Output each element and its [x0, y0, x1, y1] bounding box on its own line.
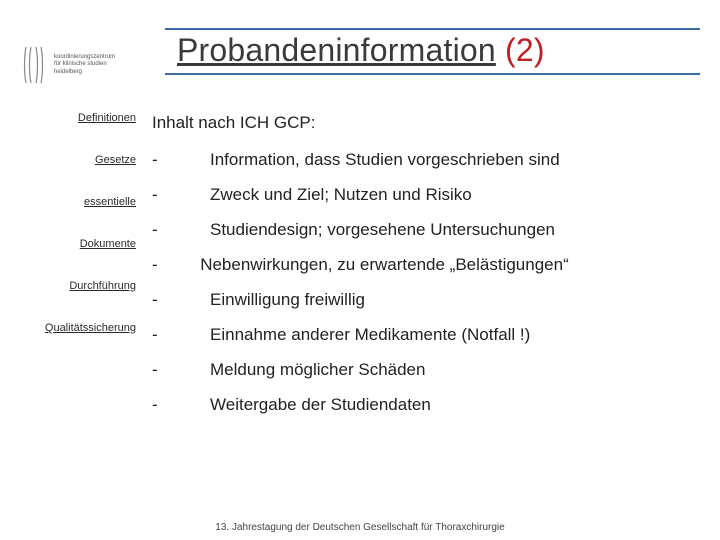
list-item-text: Einnahme anderer Medikamente (Notfall !): [210, 324, 530, 347]
page-title: Probandeninformation (2): [165, 32, 700, 71]
list-item: - Weitergabe der Studiendaten: [152, 394, 431, 417]
title-block: Probandeninformation (2): [165, 28, 700, 75]
sidebar-item-dokumente[interactable]: Dokumente: [0, 238, 136, 250]
logo-block: koordinierungszentrum für klinische stud…: [22, 40, 142, 90]
list-item: - Zweck und Ziel; Nutzen und Risiko: [152, 184, 472, 207]
bullet-dash: -: [152, 289, 210, 312]
title-main: Probandeninformation: [177, 32, 496, 68]
bullet-dash: -: [152, 219, 210, 242]
list-item: - Einwilligung freiwillig: [152, 289, 365, 312]
logo-text: koordinierungszentrum für klinische stud…: [54, 54, 115, 76]
bullet-dash: -: [152, 394, 210, 417]
list-item: - Meldung möglicher Schäden: [152, 359, 425, 382]
sidebar-item-definitionen[interactable]: Definitionen: [0, 112, 136, 124]
content-heading: Inhalt nach ICH GCP:: [152, 112, 700, 135]
sidebar-item-qualitaetssicherung[interactable]: Qualitätssicherung: [0, 322, 136, 334]
bullet-dash: -: [152, 149, 210, 172]
title-rule-bottom: [165, 73, 700, 75]
content-body: Inhalt nach ICH GCP: - Information, dass…: [152, 112, 700, 428]
sidebar-item-essentielle[interactable]: essentielle: [0, 196, 136, 208]
list-item-text: Information, dass Studien vorgeschrieben…: [210, 149, 560, 172]
bullet-dash: -: [152, 359, 210, 382]
bullet-dash: -: [152, 184, 210, 207]
title-rule-top: [165, 28, 700, 30]
institution-logo-icon: [22, 45, 48, 85]
list-item-text: Meldung möglicher Schäden: [210, 359, 425, 382]
slide: koordinierungszentrum für klinische stud…: [0, 0, 720, 540]
list-item: - Einnahme anderer Medikamente (Notfall …: [152, 324, 530, 347]
list-item-text: Zweck und Ziel; Nutzen und Risiko: [210, 184, 472, 207]
bullet-dash: -: [152, 255, 158, 274]
list-item: - Information, dass Studien vorgeschrieb…: [152, 149, 560, 172]
sidebar-item-gesetze[interactable]: Gesetze: [0, 154, 136, 166]
bullet-dash: -: [152, 324, 210, 347]
list-item-text: Einwilligung freiwillig: [210, 289, 365, 312]
sidebar-item-durchfuehrung[interactable]: Durchführung: [0, 280, 136, 292]
footer-text: 13. Jahrestagung der Deutschen Gesellsch…: [0, 522, 720, 533]
list-item: - Studiendesign; vorgesehene Untersuchun…: [152, 219, 555, 242]
title-suffix: (2): [496, 32, 545, 68]
list-item-text: Weitergabe der Studiendaten: [210, 394, 431, 417]
list-item-text: Studiendesign; vorgesehene Untersuchunge…: [210, 219, 555, 242]
list-item: - Nebenwirkungen, zu erwartende „Belästi…: [152, 254, 700, 277]
list-item-text: Nebenwirkungen, zu erwartende „Belästigu…: [200, 255, 569, 274]
sidebar: Definitionen Gesetze essentielle Dokumen…: [0, 112, 148, 364]
